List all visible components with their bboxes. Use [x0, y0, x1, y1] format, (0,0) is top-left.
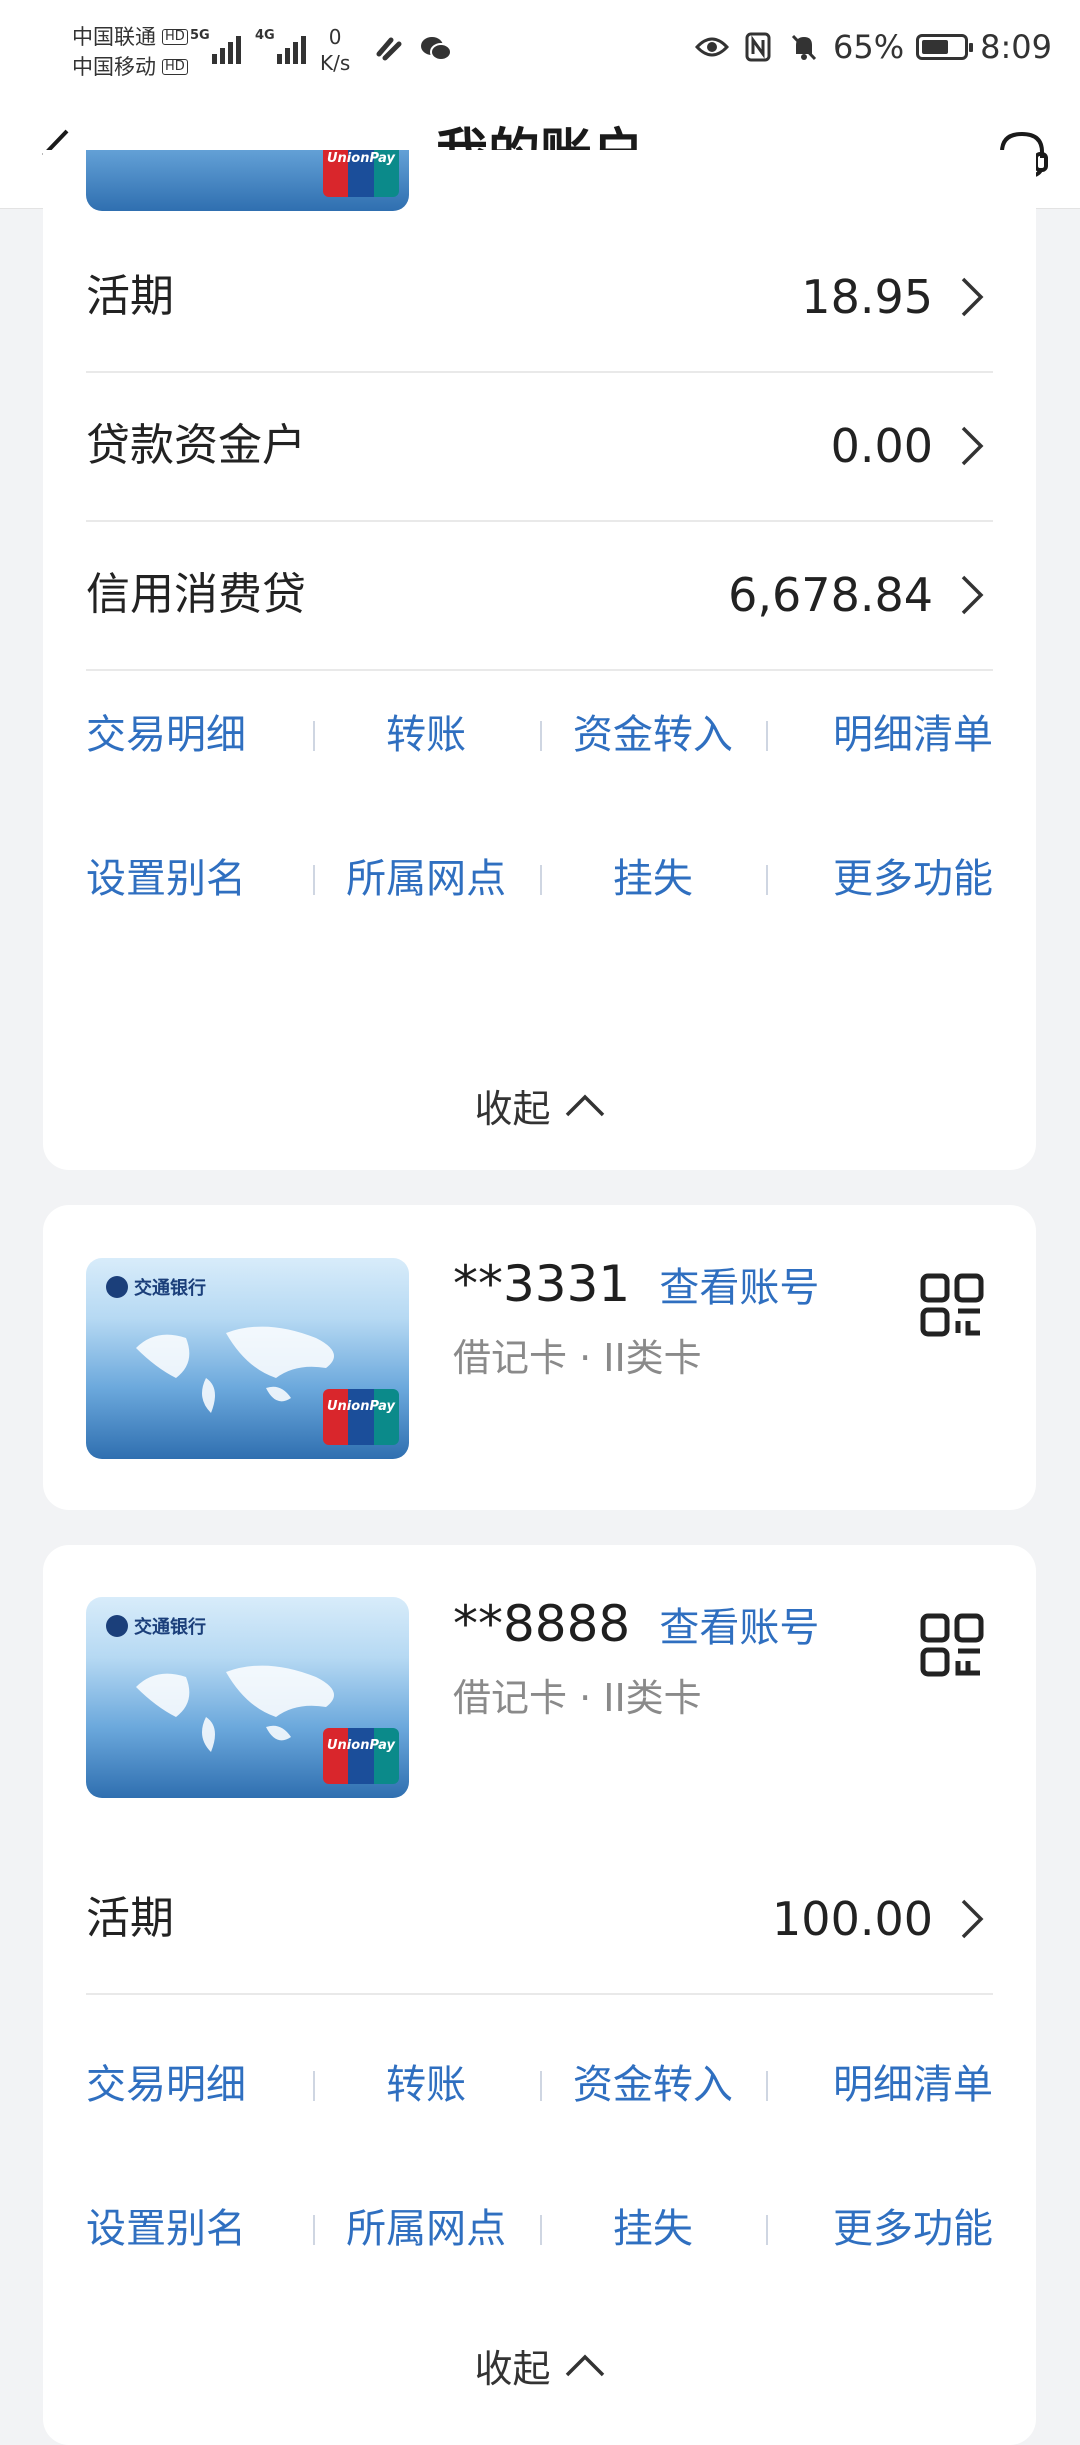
account-row-credit-loan[interactable]: 信用消费贷 6,678.84 [86, 521, 993, 671]
account-actions: 交易明细 转账 资金转入 明细清单 设置别名 所属网点 挂失 更多功能 [86, 2040, 993, 2330]
transaction-details-button[interactable]: 交易明细 [86, 2040, 313, 2130]
net-type-4g: 4G [255, 28, 275, 43]
account-row-current[interactable]: 活期 18.95 [86, 223, 993, 373]
row-label: 贷款资金户 [86, 420, 306, 471]
bank-logo: 交通银行 [106, 1274, 206, 1300]
account-card-3: 交通银行 UnionPay **8888 查看账号 借记卡 · II类卡 活期 … [43, 1545, 1036, 2445]
account-card-2[interactable]: 交通银行 UnionPay **3331 查看账号 借记卡 · II类卡 [43, 1205, 1036, 1510]
card-info: **8888 查看账号 借记卡 · II类卡 [453, 1595, 819, 1722]
account-actions: 交易明细 转账 资金转入 明细清单 设置别名 所属网点 挂失 更多功能 [86, 690, 993, 980]
row-label: 活期 [86, 271, 174, 322]
network-speed: 0 K/s [320, 24, 350, 76]
collapse-button[interactable]: 收起 [43, 2330, 1036, 2400]
clock: 8:09 [980, 28, 1052, 66]
account-row-current[interactable]: 活期 100.00 [86, 1845, 993, 1995]
home-branch-button[interactable]: 所属网点 [312, 2184, 540, 2274]
status-bar: 中国联通 HD 中国移动 HD 5G 4G 0 K/s 65% 8:09 [0, 0, 1080, 100]
account-row-loan-fund[interactable]: 贷款资金户 0.00 [86, 372, 993, 522]
nfc-icon [741, 30, 775, 64]
fund-transfer-in-button[interactable]: 资金转入 [539, 690, 767, 780]
notification-icons [375, 34, 453, 64]
card-info: **3331 查看账号 借记卡 · II类卡 [453, 1255, 819, 1382]
wechat-icon [421, 37, 452, 61]
net-type-5g: 5G [190, 28, 210, 43]
chevron-up-icon [565, 1094, 604, 1117]
bank-name: 交通银行 [134, 1278, 206, 1299]
transfer-button[interactable]: 转账 [312, 690, 540, 780]
bank-name: 交通银行 [134, 1617, 206, 1638]
view-account-number-link[interactable]: 查看账号 [659, 1605, 819, 1651]
chevron-up-icon [565, 2354, 604, 2377]
card-type: 借记卡 · II类卡 [453, 1676, 702, 1720]
collapse-label: 收起 [474, 1086, 551, 1131]
qr-code-icon[interactable] [920, 1613, 984, 1677]
chevron-right-icon [961, 277, 984, 317]
hd-badge: HD [162, 59, 188, 75]
bank-logo: 交通银行 [106, 1613, 206, 1639]
statement-list-button[interactable]: 明细清单 [766, 690, 993, 780]
row-amount: 18.95 [801, 270, 933, 324]
hd-badge: HD [162, 29, 188, 45]
more-functions-button[interactable]: 更多功能 [766, 834, 993, 924]
system-status: 65% 8:09 [695, 28, 1052, 66]
bank-card-image: UnionPay [86, 150, 409, 211]
row-label: 信用消费贷 [86, 569, 306, 620]
chevron-right-icon [961, 426, 984, 466]
unionpay-logo: UnionPay [323, 1389, 399, 1445]
home-branch-button[interactable]: 所属网点 [312, 834, 540, 924]
set-alias-button[interactable]: 设置别名 [86, 2184, 313, 2274]
row-amount: 0.00 [830, 419, 933, 473]
battery-percent: 65% [833, 28, 905, 66]
speed-value: 0 [328, 25, 342, 49]
report-loss-button[interactable]: 挂失 [539, 2184, 767, 2274]
transfer-button[interactable]: 转账 [312, 2040, 540, 2130]
transaction-details-button[interactable]: 交易明细 [86, 690, 313, 780]
fund-transfer-in-button[interactable]: 资金转入 [539, 2040, 767, 2130]
battery-icon [916, 34, 974, 60]
statement-list-button[interactable]: 明细清单 [766, 2040, 993, 2130]
card-type: 借记卡 · II类卡 [453, 1336, 702, 1380]
unionpay-logo: UnionPay [323, 150, 399, 197]
collapse-label: 收起 [474, 2346, 551, 2391]
chevron-right-icon [961, 1899, 984, 1939]
app-icon [376, 37, 402, 61]
signal-indicators: 5G 4G [190, 28, 306, 64]
report-loss-button[interactable]: 挂失 [539, 834, 767, 924]
bank-card-image: 交通银行 UnionPay [86, 1597, 409, 1798]
row-label: 活期 [86, 1893, 174, 1944]
signal-4g-icon: 4G [255, 28, 306, 64]
view-account-number-link[interactable]: 查看账号 [659, 1265, 819, 1311]
mute-bell-icon [787, 30, 821, 64]
row-amount: 6,678.84 [728, 568, 933, 622]
eye-icon [695, 30, 730, 64]
bank-card-image: 交通银行 UnionPay [86, 1258, 409, 1459]
card-number: **8888 [453, 1595, 631, 1653]
carrier-2: 中国移动 [72, 55, 156, 79]
carrier-info: 中国联通 HD 中国移动 HD [72, 22, 188, 82]
qr-code-icon[interactable] [920, 1273, 984, 1337]
chevron-right-icon [961, 575, 984, 615]
row-amount: 100.00 [772, 1892, 933, 1946]
speed-unit: K/s [320, 51, 351, 75]
unionpay-logo: UnionPay [323, 1728, 399, 1784]
set-alias-button[interactable]: 设置别名 [86, 834, 313, 924]
more-functions-button[interactable]: 更多功能 [766, 2184, 993, 2274]
carrier-1: 中国联通 [72, 25, 156, 49]
collapse-button[interactable]: 收起 [43, 1070, 1036, 1140]
signal-5g-icon: 5G [190, 28, 241, 64]
account-card-1: UnionPay 活期 18.95 贷款资金户 0.00 信用消费贷 6,678… [43, 150, 1036, 1170]
card-number: **3331 [453, 1255, 631, 1313]
